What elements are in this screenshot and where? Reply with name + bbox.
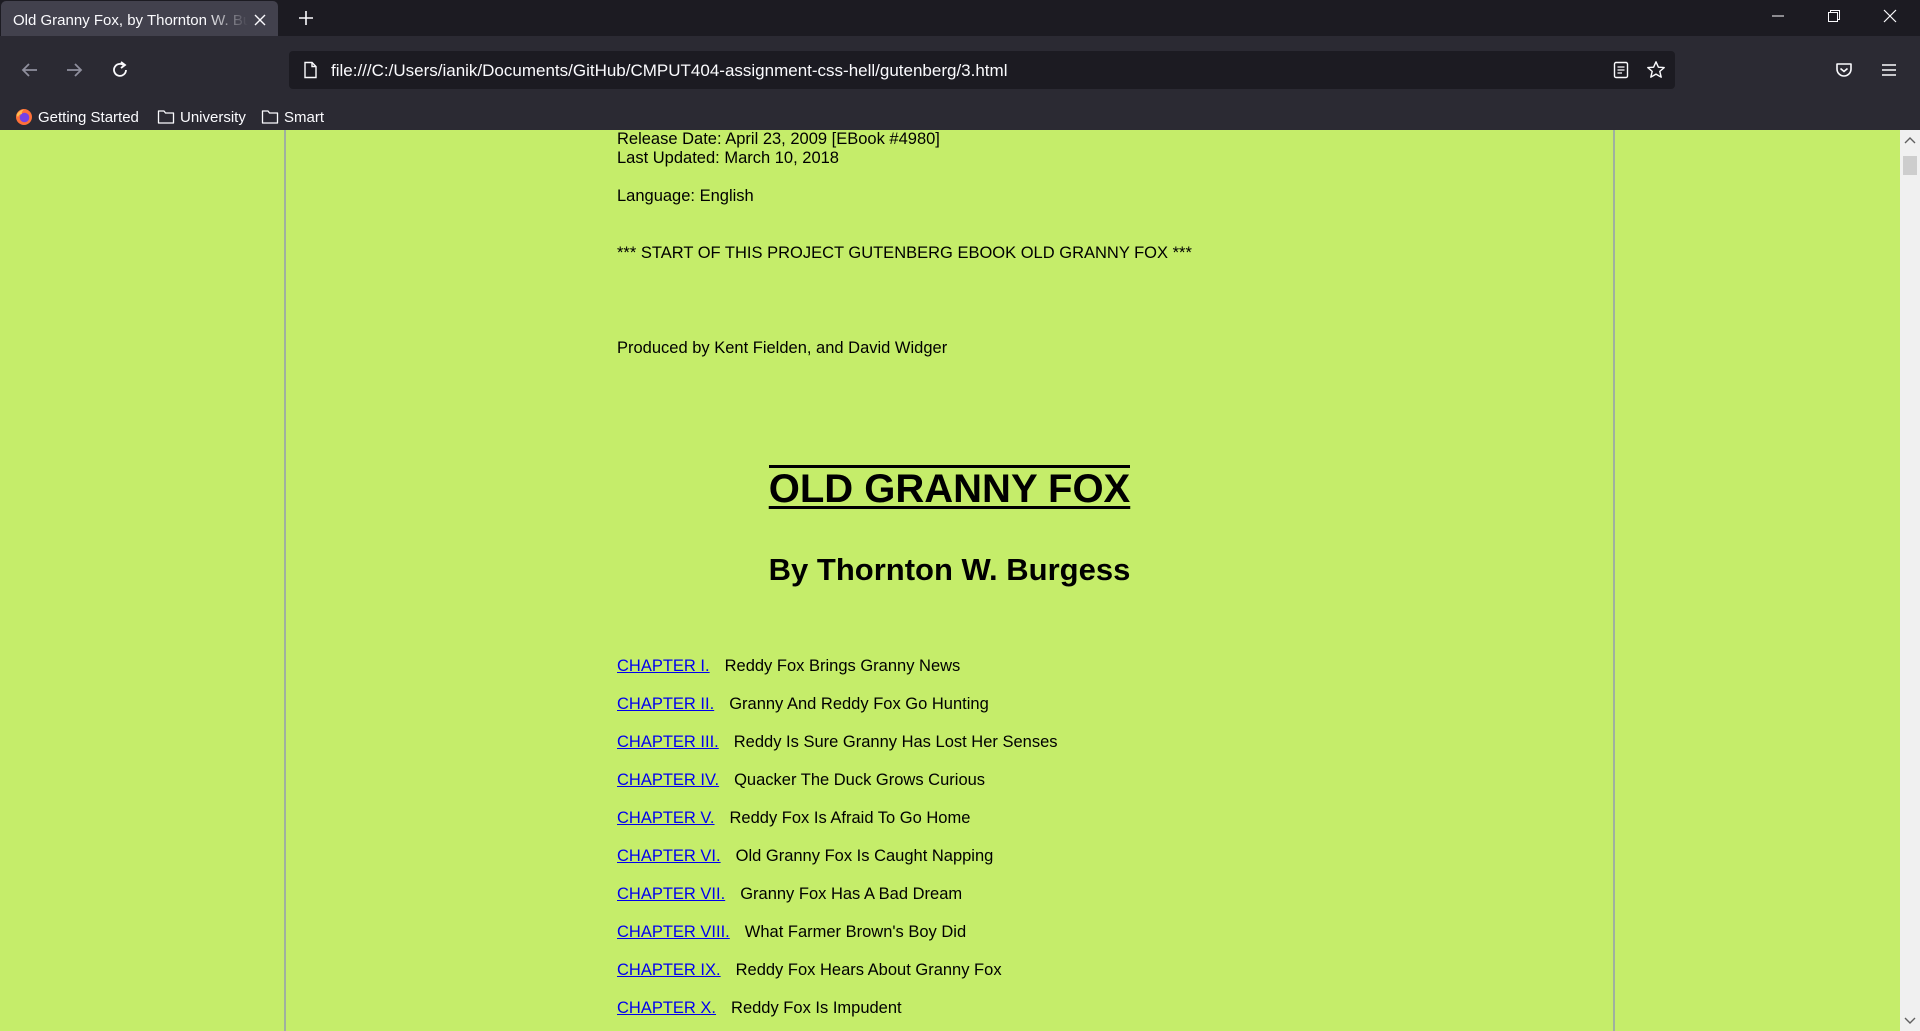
toc-row: CHAPTER V. Reddy Fox Is Afraid To Go Home [617, 809, 970, 828]
reader-view-icon[interactable] [1611, 60, 1631, 80]
release-date: Release Date: April 23, 2009 [EBook #498… [617, 130, 940, 148]
bookmark-getting-started[interactable]: Getting Started [15, 104, 139, 130]
navigation-toolbar: file:///C:/Users/ianik/Documents/GitHub/… [0, 36, 1920, 104]
last-updated: Last Updated: March 10, 2018 [617, 149, 839, 167]
bookmark-smart[interactable]: Smart [261, 104, 324, 130]
chapter-title: Reddy Fox Is Impudent [731, 999, 902, 1017]
bookmarks-toolbar: Getting Started University Smart [0, 104, 1920, 130]
chapter-link[interactable]: CHAPTER IX. [617, 961, 721, 979]
folder-icon [157, 110, 175, 124]
chapter-title: Granny Fox Has A Bad Dream [740, 885, 963, 903]
address-bar[interactable]: file:///C:/Users/ianik/Documents/GitHub/… [289, 51, 1675, 89]
title-bar: Old Granny Fox, by Thornton W. Burgess [0, 0, 1920, 39]
book-author: By Thornton W. Burgess [768, 552, 1131, 587]
menu-icon[interactable] [1873, 54, 1905, 86]
tab-title: Old Granny Fox, by Thornton W. Burgess [13, 11, 248, 29]
pocket-icon[interactable] [1828, 54, 1860, 86]
chapter-title: Old Granny Fox Is Caught Napping [735, 847, 994, 865]
bookmark-star-icon[interactable] [1646, 60, 1666, 80]
bookmark-label: Getting Started [38, 108, 139, 126]
chapter-link[interactable]: CHAPTER V. [617, 809, 715, 827]
chapter-title: Granny And Reddy Fox Go Hunting [729, 695, 989, 713]
chapter-title: Reddy Fox Hears About Granny Fox [735, 961, 1002, 979]
chapter-link[interactable]: CHAPTER III. [617, 733, 719, 751]
chapter-link[interactable]: CHAPTER VIII. [617, 923, 730, 941]
chapter-link[interactable]: CHAPTER VI. [617, 847, 721, 865]
bookmark-label: Smart [284, 108, 325, 126]
scroll-down-arrow-icon[interactable] [1900, 1011, 1920, 1031]
toc-row: CHAPTER X. Reddy Fox Is Impudent [617, 999, 902, 1018]
minimize-icon[interactable] [1750, 0, 1806, 32]
toc-row: CHAPTER IV. Quacker The Duck Grows Curiou… [617, 771, 985, 790]
toc-row: CHAPTER VIII. What Farmer Brown's Boy Did [617, 923, 966, 942]
toc-row: CHAPTER IX. Reddy Fox Hears About Granny … [617, 961, 1002, 980]
new-tab-icon[interactable] [293, 5, 319, 31]
toc-row: CHAPTER VI. Old Granny Fox Is Caught Napp… [617, 847, 993, 866]
scroll-up-arrow-icon[interactable] [1900, 130, 1920, 150]
toc-row: CHAPTER VII. Granny Fox Has A Bad Dream [617, 885, 962, 904]
restore-icon[interactable] [1806, 0, 1862, 32]
book-title-text: OLD GRANNY FOX [768, 465, 1131, 511]
book-title: OLD GRANNY FOX [284, 465, 1615, 510]
page-icon [301, 61, 319, 79]
close-tab-icon[interactable] [252, 12, 268, 28]
vertical-scrollbar[interactable] [1900, 130, 1920, 1031]
chapter-title: Reddy Fox Brings Granny News [724, 657, 961, 675]
browser-tab[interactable]: Old Granny Fox, by Thornton W. Burgess [1, 1, 278, 39]
chapter-title: Quacker The Duck Grows Curious [734, 771, 986, 789]
bookmark-university[interactable]: University [157, 104, 246, 130]
chapter-title: What Farmer Brown's Boy Did [744, 923, 967, 941]
firefox-icon [16, 109, 32, 125]
forward-arrow-icon[interactable] [58, 54, 90, 86]
chapter-link[interactable]: CHAPTER X. [617, 999, 716, 1017]
toc-row: CHAPTER II. Granny And Reddy Fox Go Hunti… [617, 695, 989, 714]
scrollbar-thumb[interactable] [1903, 156, 1917, 175]
chapter-link[interactable]: CHAPTER I. [617, 657, 710, 675]
chapter-link[interactable]: CHAPTER II. [617, 695, 714, 713]
chapter-title: Reddy Is Sure Granny Has Lost Her Senses [733, 733, 1058, 751]
reload-icon[interactable] [104, 54, 136, 86]
chapter-title: Reddy Fox Is Afraid To Go Home [729, 809, 971, 827]
chapter-link[interactable]: CHAPTER IV. [617, 771, 719, 789]
produced-by: Produced by Kent Fielden, and David Widg… [617, 339, 948, 357]
folder-icon [261, 110, 279, 124]
toc-row: CHAPTER III. Reddy Is Sure Granny Has Los… [617, 733, 1058, 752]
language: Language: English [617, 187, 754, 205]
back-arrow-icon[interactable] [14, 54, 46, 86]
chapter-link[interactable]: CHAPTER VII. [617, 885, 725, 903]
page-viewport: Release Date: April 23, 2009 [EBook #498… [0, 130, 1900, 1031]
close-window-icon[interactable] [1862, 0, 1918, 32]
toc-row: CHAPTER I. Reddy Fox Brings Granny News [617, 657, 960, 676]
start-marker: *** START OF THIS PROJECT GUTENBERG EBOO… [617, 244, 1192, 262]
url-text[interactable]: file:///C:/Users/ianik/Documents/GitHub/… [331, 61, 1007, 81]
bookmark-label: University [180, 108, 246, 126]
